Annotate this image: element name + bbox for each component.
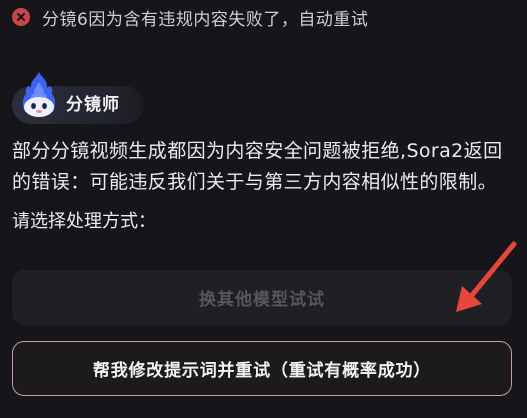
error-notice: 分镜6因为含有违规内容失败了，自动重试 <box>12 4 368 30</box>
choice-prompt: 请选择处理方式： <box>12 211 156 232</box>
switch-model-button[interactable]: 换其他模型试试 <box>12 270 512 325</box>
rewrite-prompt-retry-button[interactable]: 帮我修改提示词并重试（重试有概率成功） <box>12 341 512 396</box>
switch-model-label: 换其他模型试试 <box>199 290 325 310</box>
error-message: 分镜6因为含有违规内容失败了，自动重试 <box>42 9 369 30</box>
flame-ghost-avatar-icon <box>20 70 58 120</box>
assistant-message: 部分分镜视频生成都因为内容安全问题被拒绝,Sora2返回的错误：可能违反我们关于… <box>12 140 503 193</box>
agent-chip: 分镜师 <box>12 72 144 124</box>
agent-name: 分镜师 <box>66 95 120 115</box>
close-icon <box>12 8 30 26</box>
chat-panel: 分镜6因为含有违规内容失败了，自动重试 分镜师 部分分镜视频生成都因为内容安全问… <box>0 0 527 418</box>
rewrite-prompt-retry-label: 帮我修改提示词并重试（重试有概率成功） <box>92 361 432 381</box>
